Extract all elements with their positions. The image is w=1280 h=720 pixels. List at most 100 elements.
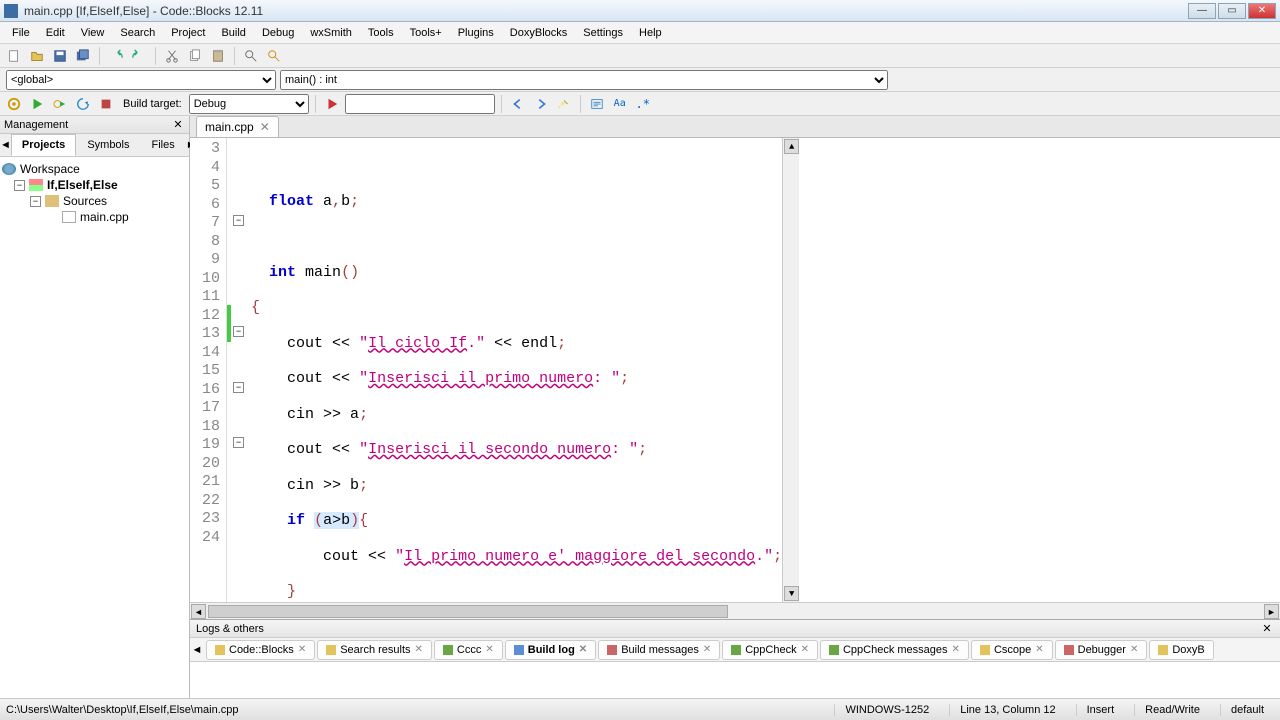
logtab-cscope[interactable]: Cscope✕ <box>971 640 1053 660</box>
build-target-select[interactable]: Debug <box>189 94 309 114</box>
logs-tab-left-icon[interactable]: ◄ <box>190 644 204 656</box>
logtab-search[interactable]: Search results✕ <box>317 640 432 660</box>
logtab-cccc[interactable]: Cccc✕ <box>434 640 503 660</box>
logtab-buildmsg[interactable]: Build messages✕ <box>598 640 720 660</box>
status-position: Line 13, Column 12 <box>949 704 1065 716</box>
close-icon[interactable]: ✕ <box>485 644 493 655</box>
save-icon[interactable] <box>50 46 70 66</box>
menu-view[interactable]: View <box>73 24 113 42</box>
nav-fwd-icon[interactable] <box>531 94 551 114</box>
editor-tab[interactable]: main.cpp ✕ <box>196 116 279 137</box>
close-icon[interactable]: ✕ <box>579 644 587 655</box>
close-icon[interactable]: ✕ <box>801 644 809 655</box>
menu-debug[interactable]: Debug <box>254 24 302 42</box>
collapse-icon[interactable]: − <box>30 196 41 207</box>
rebuild-icon[interactable] <box>73 94 93 114</box>
mgmt-tab-projects[interactable]: Projects <box>11 134 76 156</box>
close-icon[interactable]: ✕ <box>703 644 711 655</box>
build-target-label: Build target: <box>123 98 182 110</box>
logtab-cppcheck[interactable]: CppCheck✕ <box>722 640 818 660</box>
code-editor[interactable]: 3456789101112131415161718192021222324 − … <box>190 138 1280 602</box>
menu-wxsmith[interactable]: wxSmith <box>302 24 360 42</box>
build-run-icon[interactable] <box>50 94 70 114</box>
paste-icon[interactable] <box>208 46 228 66</box>
logtab-codeblocks[interactable]: Code::Blocks✕ <box>206 640 315 660</box>
scroll-down-icon[interactable]: ▼ <box>784 586 799 601</box>
vertical-scrollbar[interactable]: ▲ ▼ <box>782 138 799 602</box>
mgmt-tab-symbols[interactable]: Symbols <box>76 134 140 156</box>
horizontal-scrollbar[interactable]: ◄ ► <box>190 602 1280 619</box>
scroll-right-icon[interactable]: ► <box>1264 604 1279 619</box>
fold-icon[interactable]: − <box>233 382 244 393</box>
logtab-cppcheckmsg[interactable]: CppCheck messages✕ <box>820 640 969 660</box>
close-icon[interactable]: ✕ <box>952 644 960 655</box>
build-toolbar: Build target: Debug Aa .* <box>0 92 1280 116</box>
logtab-doxy[interactable]: DoxyB <box>1149 640 1213 660</box>
abort-icon[interactable] <box>96 94 116 114</box>
close-icon[interactable]: ✕ <box>415 644 423 655</box>
management-close-icon[interactable]: ✕ <box>171 118 185 131</box>
scroll-up-icon[interactable]: ▲ <box>784 139 799 154</box>
nav-back-icon[interactable] <box>508 94 528 114</box>
mgmt-tab-left-icon[interactable]: ◄ <box>0 134 11 156</box>
maximize-button[interactable]: ▭ <box>1218 3 1246 19</box>
scroll-left-icon[interactable]: ◄ <box>191 604 206 619</box>
logs-body <box>190 662 1280 698</box>
logtab-buildlog[interactable]: Build log✕ <box>505 640 596 660</box>
titlebar: main.cpp [If,ElseIf,Else] - Code::Blocks… <box>0 0 1280 22</box>
menu-project[interactable]: Project <box>163 24 213 42</box>
menu-search[interactable]: Search <box>112 24 163 42</box>
code-content[interactable]: float a,b; int main() { cout << "Il cicl… <box>247 138 782 602</box>
logtab-debugger[interactable]: Debugger✕ <box>1055 640 1148 660</box>
status-path: C:\Users\Walter\Desktop\If,ElseIf,Else\m… <box>6 704 239 716</box>
regex-icon[interactable]: .* <box>633 94 653 114</box>
menu-plugins[interactable]: Plugins <box>450 24 502 42</box>
fold-icon[interactable]: − <box>233 215 244 226</box>
menu-toolsplus[interactable]: Tools+ <box>402 24 450 42</box>
match-case-icon[interactable]: Aa <box>610 94 630 114</box>
copy-icon[interactable] <box>185 46 205 66</box>
fold-icon[interactable]: − <box>233 326 244 337</box>
logs-title: Logs & others <box>196 623 264 635</box>
undo-icon[interactable] <box>106 46 126 66</box>
select-text-icon[interactable] <box>587 94 607 114</box>
close-button[interactable]: ✕ <box>1248 3 1276 19</box>
scope-left-select[interactable]: <global> <box>6 70 276 90</box>
open-file-icon[interactable] <box>27 46 47 66</box>
tree-workspace[interactable]: Workspace <box>2 161 187 177</box>
app-icon <box>4 4 18 18</box>
logs-close-icon[interactable]: ✕ <box>1260 622 1274 635</box>
mgmt-tab-files[interactable]: Files <box>141 134 186 156</box>
minimize-button[interactable]: — <box>1188 3 1216 19</box>
build-icon[interactable] <box>4 94 24 114</box>
tree-workspace-label: Workspace <box>20 162 80 176</box>
menu-build[interactable]: Build <box>213 24 253 42</box>
editor-tab-close-icon[interactable]: ✕ <box>260 120 270 134</box>
highlight-icon[interactable] <box>554 94 574 114</box>
debug-input[interactable] <box>345 94 495 114</box>
replace-icon[interactable] <box>264 46 284 66</box>
redo-icon[interactable] <box>129 46 149 66</box>
close-icon[interactable]: ✕ <box>1035 644 1043 655</box>
collapse-icon[interactable]: − <box>14 180 25 191</box>
scroll-thumb[interactable] <box>208 605 728 618</box>
save-all-icon[interactable] <box>73 46 93 66</box>
tree-sources[interactable]: − Sources <box>2 193 187 209</box>
debug-start-icon[interactable] <box>322 94 342 114</box>
menu-settings[interactable]: Settings <box>575 24 631 42</box>
tree-file[interactable]: main.cpp <box>2 209 187 225</box>
menu-tools[interactable]: Tools <box>360 24 402 42</box>
menu-help[interactable]: Help <box>631 24 670 42</box>
close-icon[interactable]: ✕ <box>298 644 306 655</box>
menu-doxyblocks[interactable]: DoxyBlocks <box>502 24 575 42</box>
fold-icon[interactable]: − <box>233 437 244 448</box>
tree-project[interactable]: − If,ElseIf,Else <box>2 177 187 193</box>
run-icon[interactable] <box>27 94 47 114</box>
cut-icon[interactable] <box>162 46 182 66</box>
find-icon[interactable] <box>241 46 261 66</box>
new-file-icon[interactable] <box>4 46 24 66</box>
scope-right-select[interactable]: main() : int <box>280 70 888 90</box>
close-icon[interactable]: ✕ <box>1130 644 1138 655</box>
menu-file[interactable]: File <box>4 24 38 42</box>
menu-edit[interactable]: Edit <box>38 24 73 42</box>
